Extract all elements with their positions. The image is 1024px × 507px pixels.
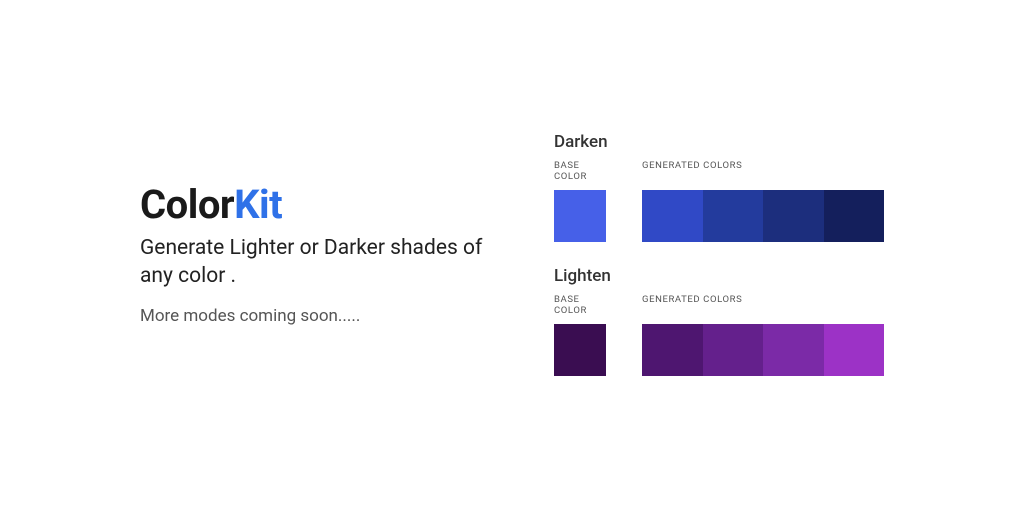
subline: More modes coming soon..... <box>140 306 510 326</box>
darken-generated-swatch-3 <box>824 190 885 242</box>
darken-section: Darken BASE COLOR GENERATED COLORS <box>554 132 884 242</box>
darken-generated-swatch-2 <box>763 190 824 242</box>
darken-title: Darken <box>554 132 884 152</box>
darken-generated-swatch-1 <box>703 190 764 242</box>
darken-generated-label: GENERATED COLORS <box>642 160 742 182</box>
lighten-title: Lighten <box>554 266 884 286</box>
logo-word-color: Color <box>140 181 234 228</box>
darken-generated-swatch-0 <box>642 190 703 242</box>
intro-panel: ColorKit Generate Lighter or Darker shad… <box>140 181 510 327</box>
lighten-swatches <box>554 324 884 376</box>
lighten-generated-label: GENERATED COLORS <box>642 294 742 316</box>
lighten-generated-swatch-1 <box>703 324 764 376</box>
lighten-labels: BASE COLOR GENERATED COLORS <box>554 294 884 316</box>
tagline: Generate Lighter or Darker shades of any… <box>140 234 510 291</box>
logo-word-kit: Kit <box>234 181 282 228</box>
darken-labels: BASE COLOR GENERATED COLORS <box>554 160 884 182</box>
darken-swatches <box>554 190 884 242</box>
darken-base-label: BASE COLOR <box>554 160 606 182</box>
lighten-generated-swatch-3 <box>824 324 885 376</box>
darken-base-swatch <box>554 190 606 242</box>
darken-generated-swatches <box>642 190 884 242</box>
logo: ColorKit <box>140 181 510 228</box>
lighten-base-label: BASE COLOR <box>554 294 606 316</box>
lighten-base-swatch <box>554 324 606 376</box>
lighten-generated-swatches <box>642 324 884 376</box>
lighten-generated-swatch-0 <box>642 324 703 376</box>
lighten-generated-swatch-2 <box>763 324 824 376</box>
examples-panel: Darken BASE COLOR GENERATED COLORS Light… <box>554 132 884 376</box>
lighten-section: Lighten BASE COLOR GENERATED COLORS <box>554 266 884 376</box>
